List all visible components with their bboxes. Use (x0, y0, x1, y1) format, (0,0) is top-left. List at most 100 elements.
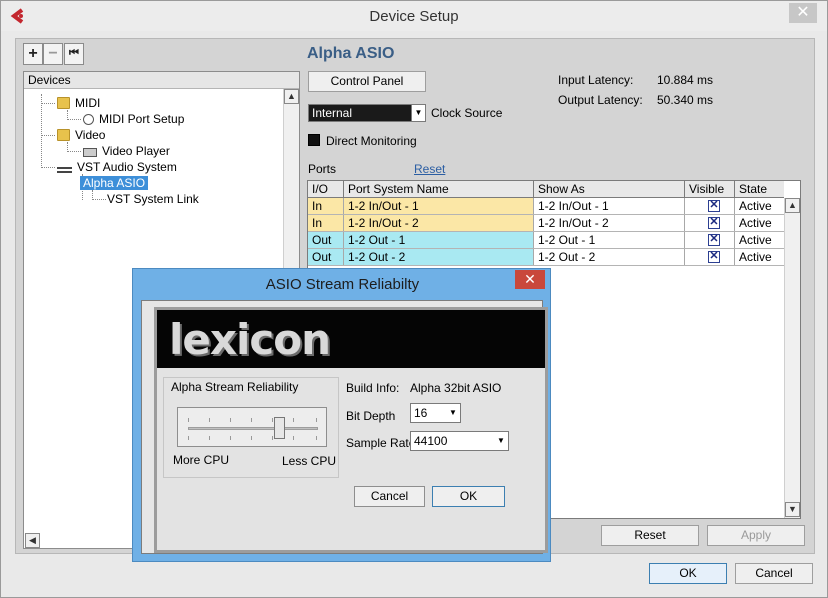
table-row[interactable]: Out 1-2 Out - 1 1-2 Out - 1 ✕ Active (308, 232, 784, 249)
direct-monitoring-checkbox[interactable] (308, 134, 320, 146)
device-panel-title: Alpha ASIO (307, 45, 395, 62)
slider-thumb[interactable] (273, 417, 285, 439)
apply-button[interactable]: Apply (707, 525, 805, 546)
column-header[interactable]: Show As (534, 181, 685, 198)
io-cell: Out (308, 249, 344, 265)
video-player-icon (83, 148, 97, 157)
slider-tick (188, 436, 189, 440)
column-header[interactable]: Visible (685, 181, 735, 198)
bit-depth-value: 16 (414, 406, 428, 420)
slider-tick (251, 436, 252, 440)
folder-icon (57, 97, 70, 109)
build-info-value: Alpha 32bit ASIO (410, 381, 502, 395)
input-latency-value: 10.884 ms (657, 73, 714, 87)
output-latency-label: Output Latency: (558, 93, 643, 107)
ports-vertical-scrollbar[interactable]: ▲ ▼ (784, 198, 800, 518)
ports-table-header: I/O Port System Name Show As Visible Sta… (308, 181, 784, 198)
slider-tick (230, 418, 231, 422)
clock-source-value: Internal (312, 106, 353, 120)
tree-item-vst-audio-system[interactable]: VST Audio System (57, 159, 177, 175)
io-cell: In (308, 198, 344, 214)
remove-device-button[interactable]: − (43, 43, 63, 65)
slider-tick (209, 418, 210, 422)
chevron-down-icon: ▼ (446, 404, 460, 422)
ok-button[interactable]: OK (649, 563, 727, 584)
folder-icon (57, 129, 70, 141)
tree-item-label: Video (75, 128, 106, 142)
chevron-down-icon: ▼ (411, 105, 425, 121)
show-as-cell[interactable]: 1-2 Out - 1 (534, 232, 685, 248)
clock-source-label: Clock Source (431, 106, 503, 120)
reset-button[interactable]: Reset (601, 525, 699, 546)
tree-item-label: Video Player (102, 144, 170, 158)
visible-checkbox[interactable]: ✕ (708, 251, 720, 263)
build-info-label: Build Info: (346, 381, 400, 395)
tree-line (41, 103, 55, 104)
tree-item-midi-port-setup[interactable]: MIDI Port Setup (83, 111, 184, 127)
reliability-group-title: Alpha Stream Reliability (171, 380, 299, 394)
visible-cell: ✕ (685, 215, 735, 231)
cancel-button[interactable]: Cancel (735, 563, 813, 584)
reset-device-button[interactable]: ⏮ (64, 43, 84, 65)
audio-system-icon (57, 167, 72, 173)
chevron-down-icon: ▼ (494, 432, 508, 450)
clock-source-select[interactable]: Internal ▼ (308, 104, 426, 122)
dialog-ok-button[interactable]: OK (432, 486, 505, 507)
column-header[interactable]: Port System Name (344, 181, 534, 198)
reliability-slider[interactable] (177, 407, 327, 447)
tree-item-label: Alpha ASIO (80, 176, 149, 190)
bit-depth-select[interactable]: 16 ▼ (410, 403, 461, 423)
midi-port-icon (83, 114, 94, 125)
add-device-button[interactable]: + (23, 43, 43, 65)
tree-item-label: VST Audio System (77, 160, 177, 174)
more-cpu-label: More CPU (173, 453, 230, 467)
scroll-down-icon[interactable]: ▼ (785, 502, 800, 517)
tree-item-vst-system-link[interactable]: VST System Link (107, 191, 199, 207)
tree-line (41, 94, 42, 168)
state-cell: Active (739, 250, 772, 264)
tree-item-video[interactable]: Video (57, 127, 105, 143)
scroll-up-icon[interactable]: ▲ (284, 89, 299, 104)
tree-line (41, 167, 55, 168)
tree-line (67, 151, 81, 152)
sample-rate-select[interactable]: 44100 ▼ (410, 431, 509, 451)
ports-label: Ports (308, 162, 337, 176)
column-header[interactable]: State (735, 181, 784, 198)
port-name-cell: 1-2 Out - 2 (344, 249, 534, 265)
tree-item-alpha-asio[interactable]: Alpha ASIO (80, 175, 149, 191)
column-header[interactable]: I/O (308, 181, 344, 198)
slider-tick (293, 418, 294, 422)
table-row[interactable]: Out 1-2 Out - 2 1-2 Out - 2 ✕ Active (308, 249, 784, 266)
visible-checkbox[interactable]: ✕ (708, 217, 720, 229)
tree-item-midi[interactable]: MIDI (57, 95, 100, 111)
dialog-close-button[interactable]: ✕ (515, 270, 545, 289)
sample-rate-label: Sample Rate (346, 436, 416, 450)
io-cell: Out (308, 232, 344, 248)
asio-stream-reliability-dialog: ASIO Stream Reliabilty ✕ lexicon Alpha S… (132, 268, 551, 562)
sample-rate-value: 44100 (414, 434, 448, 448)
lexicon-logo: lexicon (169, 315, 331, 364)
show-as-cell[interactable]: 1-2 In/Out - 2 (534, 215, 685, 231)
table-row[interactable]: In 1-2 In/Out - 2 1-2 In/Out - 2 ✕ Activ… (308, 215, 784, 232)
tree-item-video-player[interactable]: Video Player (83, 143, 170, 159)
direct-monitoring-label: Direct Monitoring (326, 134, 417, 148)
dialog-cancel-button[interactable]: Cancel (354, 486, 425, 507)
visible-checkbox[interactable]: ✕ (708, 200, 720, 212)
tree-item-label: MIDI (75, 96, 101, 110)
table-row[interactable]: In 1-2 In/Out - 1 1-2 In/Out - 1 ✕ Activ… (308, 198, 784, 215)
slider-tick (230, 436, 231, 440)
scroll-up-icon[interactable]: ▲ (785, 198, 800, 213)
slider-tick (293, 436, 294, 440)
show-as-cell[interactable]: 1-2 In/Out - 1 (534, 198, 685, 214)
scroll-left-icon[interactable]: ◀ (25, 533, 40, 548)
visible-cell: ✕ (685, 232, 735, 248)
state-cell: Active (739, 216, 772, 230)
control-panel-button[interactable]: Control Panel (308, 71, 426, 92)
show-as-cell[interactable]: 1-2 Out - 2 (534, 249, 685, 265)
slider-tick (209, 436, 210, 440)
port-name-cell: 1-2 In/Out - 2 (344, 215, 534, 231)
visible-checkbox[interactable]: ✕ (708, 234, 720, 246)
ports-reset-link[interactable]: Reset (414, 162, 445, 176)
window-close-button[interactable]: ✕ (789, 3, 817, 23)
tree-item-label: MIDI Port Setup (99, 112, 185, 126)
